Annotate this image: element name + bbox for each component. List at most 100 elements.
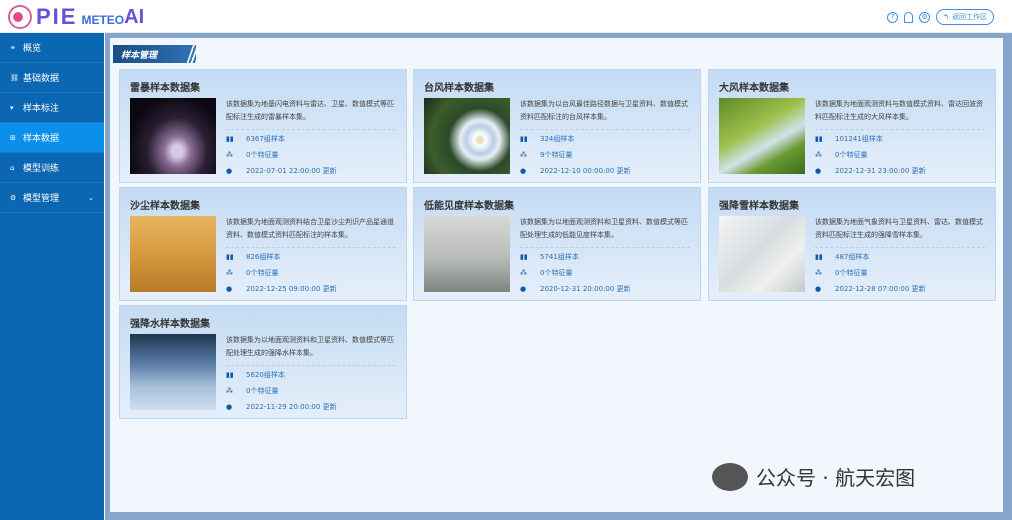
clock-icon: ● (226, 167, 233, 175)
divider (520, 247, 690, 248)
sidebar-item-label: 基础数据 (23, 74, 60, 84)
card-description: 该数据集为以台风最佳路径数据与卫星资料、数值模式资料匹配标注的台风样本集。 (520, 100, 688, 121)
divider (520, 129, 690, 130)
overview-icon: ⚭ (10, 43, 16, 52)
sidebar: ⚭ 概览 ⛓ 基础数据 ▾ 样本标注 ⊞ 样本数据 ⌂ 模型训练 ⚙ 模型管理 ⌄ (0, 33, 104, 520)
card-title[interactable]: 强降雪样本数据集 (719, 197, 799, 212)
feature-count: 0个特征量 (246, 151, 279, 159)
sample-count: 324组样本 (540, 135, 575, 143)
bar-chart-icon: ▮▮ (226, 371, 234, 379)
divider (226, 129, 396, 130)
sidebar-item-label: 概览 (23, 44, 42, 54)
card-title[interactable]: 低能见度样本数据集 (424, 197, 514, 212)
sidebar-item-label: 模型训练 (23, 164, 60, 174)
logo-mark (8, 5, 32, 29)
sidebar-item-3[interactable]: ⊞ 样本数据 (0, 123, 104, 153)
clock-icon: ● (815, 167, 822, 175)
dataset-card[interactable]: 台风样本数据集 该数据集为以台风最佳路径数据与卫星资料、数值模式资料匹配标注的台… (413, 69, 701, 183)
card-title[interactable]: 大风样本数据集 (719, 79, 789, 94)
features-icon: ⁂ (226, 387, 233, 395)
dataset-card[interactable]: 强降水样本数据集 该数据集为以地面观测资料和卫星资料、数值模式等匹配处理生成的强… (119, 305, 407, 419)
back-arrow-icon: ↰ (943, 13, 949, 21)
divider (226, 247, 396, 248)
logo: PIE METEO AI (8, 4, 144, 30)
features-icon: ⁂ (815, 151, 822, 159)
dataset-thumbnail[interactable] (130, 98, 216, 174)
card-description: 该数据集为地基闪电资料与雷达、卫星、数值模式等匹配标注生成的雷暴样本集。 (226, 100, 394, 121)
dataset-card[interactable]: 雷暴样本数据集 该数据集为地基闪电资料与雷达、卫星、数值模式等匹配标注生成的雷暴… (119, 69, 407, 183)
update-time: 2022-12-31 23:00:00 更新 (835, 167, 926, 175)
chevron-down-icon[interactable]: ⌄ (88, 194, 94, 202)
help-icon[interactable]: ? (887, 11, 899, 23)
dataset-thumbnail[interactable] (719, 216, 805, 292)
model-icon: ⚙ (10, 193, 17, 202)
sidebar-item-0[interactable]: ⚭ 概览 (0, 33, 104, 63)
sample-count: 487组样本 (835, 253, 870, 261)
clock-icon: ● (226, 403, 233, 411)
dataset-card[interactable]: 大风样本数据集 该数据集为地面观测资料与数值模式资料、雷达回波资料匹配标注生成的… (708, 69, 996, 183)
dataset-thumbnail[interactable] (424, 98, 510, 174)
card-description: 该数据集为以地面观测资料和卫星资料、数值模式等匹配处理生成的低能见度样本集。 (520, 218, 688, 239)
dataset-thumbnail[interactable] (719, 98, 805, 174)
sidebar-item-4[interactable]: ⌂ 模型训练 (0, 153, 104, 183)
sample-count: 826组样本 (246, 253, 281, 261)
database-icon: ⊞ (10, 133, 16, 142)
settings-icon[interactable]: ⚙ (919, 11, 931, 23)
sidebar-item-1[interactable]: ⛓ 基础数据 (0, 63, 104, 93)
sample-count: 5620组样本 (246, 371, 285, 379)
update-time: 2022-12-25 09:00:00 更新 (246, 285, 337, 293)
divider (815, 129, 985, 130)
card-title[interactable]: 强降水样本数据集 (130, 315, 210, 330)
feature-count: 0个特征量 (835, 151, 868, 159)
sample-count: 5741组样本 (540, 253, 579, 261)
feature-count: 0个特征量 (246, 387, 279, 395)
bar-chart-icon: ▮▮ (815, 135, 823, 143)
dataset-card[interactable]: 强降雪样本数据集 该数据集为地面气象资料与卫星资料、雷达、数值模式资料匹配标注生… (708, 187, 996, 301)
card-description: 该数据集为地面气象资料与卫星资料、雷达、数值模式资料匹配标注生成的强降雪样本集。 (815, 218, 983, 239)
dataset-card[interactable]: 低能见度样本数据集 该数据集为以地面观测资料和卫星资料、数值模式等匹配处理生成的… (413, 187, 701, 301)
back-to-workspace-button[interactable]: ↰ 返回工作区 (936, 9, 994, 25)
title-decoration (180, 45, 196, 63)
card-title[interactable]: 台风样本数据集 (424, 79, 494, 94)
divider (226, 365, 396, 366)
card-title[interactable]: 雷暴样本数据集 (130, 79, 200, 94)
update-time: 2022-11-29 20:00:00 更新 (246, 403, 337, 411)
sidebar-item-label: 模型管理 (23, 194, 60, 204)
bar-chart-icon: ▮▮ (520, 135, 528, 143)
watermark: 公众号 · 航天宏图 (712, 462, 915, 491)
clock-icon: ● (226, 285, 233, 293)
train-icon: ⌂ (10, 163, 15, 172)
dataset-thumbnail[interactable] (424, 216, 510, 292)
feature-count: 0个特征量 (246, 269, 279, 277)
label-icon: ▾ (10, 103, 14, 112)
card-description: 该数据集为地面观测资料结合卫星沙尘判识产品星通道资料、数值模式资料匹配标注的样本… (226, 218, 394, 239)
bar-chart-icon: ▮▮ (520, 253, 528, 261)
dataset-card[interactable]: 沙尘样本数据集 该数据集为地面观测资料结合卫星沙尘判识产品星通道资料、数值模式资… (119, 187, 407, 301)
divider (815, 247, 985, 248)
features-icon: ⁂ (226, 151, 233, 159)
bar-chart-icon: ▮▮ (226, 253, 234, 261)
data-icon: ⛓ (10, 73, 19, 82)
clock-icon: ● (520, 285, 527, 293)
features-icon: ⁂ (815, 269, 822, 277)
update-time: 2022-12-28 07:00:00 更新 (835, 285, 926, 293)
update-time: 2020-12-31 20:00:00 更新 (540, 285, 631, 293)
bell-icon[interactable] (904, 11, 914, 23)
clock-icon: ● (520, 167, 527, 175)
clock-icon: ● (815, 285, 822, 293)
card-title[interactable]: 沙尘样本数据集 (130, 197, 200, 212)
wechat-icon (712, 462, 748, 491)
feature-count: 0个特征量 (835, 269, 868, 277)
sample-count: 101241组样本 (835, 135, 883, 143)
bar-chart-icon: ▮▮ (226, 135, 234, 143)
sidebar-item-5[interactable]: ⚙ 模型管理 ⌄ (0, 183, 104, 213)
sidebar-item-2[interactable]: ▾ 样本标注 (0, 93, 104, 123)
bar-chart-icon: ▮▮ (815, 253, 823, 261)
sidebar-item-label: 样本标注 (23, 104, 60, 114)
sidebar-item-label: 样本数据 (23, 134, 60, 144)
dataset-thumbnail[interactable] (130, 334, 216, 410)
top-header: PIE METEO AI ? ⚙ ↰ 返回工作区 (0, 0, 1012, 33)
dataset-thumbnail[interactable] (130, 216, 216, 292)
feature-count: 9个特征量 (540, 151, 573, 159)
card-description: 该数据集为地面观测资料与数值模式资料、雷达回波资料匹配标注生成的大风样本集。 (815, 100, 983, 121)
